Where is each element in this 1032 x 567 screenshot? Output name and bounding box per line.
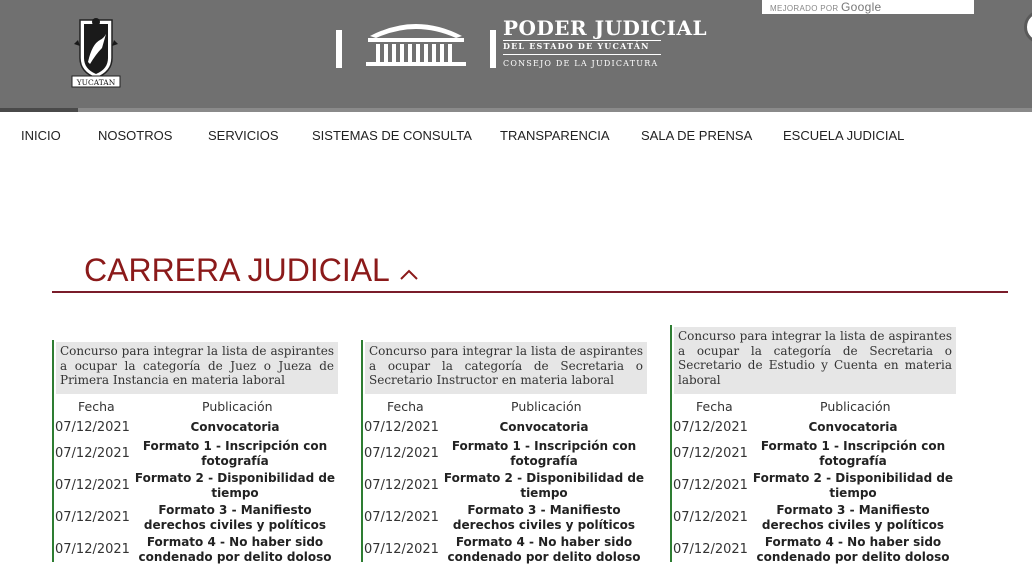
table-row: 07/12/2021 Formato 2 - Disponibilidad de… (672, 471, 956, 503)
row-date: 07/12/2021 (673, 446, 748, 461)
column-header-fecha: Fecha (78, 399, 115, 414)
brand-tagline: CONSEJO DE LA JUDICATURA (503, 59, 659, 68)
row-document-link[interactable]: Formato 1 - Inscripción con fotografía (750, 439, 956, 469)
row-document-link[interactable]: Formato 3 - Manifiesto derechos civiles … (441, 503, 647, 533)
row-date: 07/12/2021 (364, 420, 439, 435)
table-row: 07/12/2021 Formato 1 - Inscripción con f… (672, 439, 956, 471)
row-date: 07/12/2021 (673, 510, 748, 525)
nav-item-inicio[interactable]: INICIO (21, 128, 61, 143)
search-box[interactable]: MEJORADO POR Google (762, 0, 974, 14)
header-bottom-bar (0, 108, 1032, 112)
nav-item-transparencia[interactable]: TRANSPARENCIA (500, 128, 610, 143)
row-document-link[interactable]: Formato 3 - Manifiesto derechos civiles … (750, 503, 956, 533)
courthouse-icon (336, 24, 496, 68)
row-document-link[interactable]: Formato 4 - No haber sido condenado por … (132, 535, 338, 565)
column-header-publicacion: Publicación (511, 399, 582, 414)
row-date: 07/12/2021 (364, 446, 439, 461)
nav-item-sala-de-prensa[interactable]: SALA DE PRENSA (641, 128, 752, 143)
card-header: Concurso para integrar la lista de aspir… (674, 327, 956, 394)
table-row: 07/12/2021 Formato 4 - No haber sido con… (54, 535, 338, 567)
row-date: 07/12/2021 (364, 510, 439, 525)
row-document-link[interactable]: Formato 2 - Disponibilidad de tiempo (750, 471, 956, 501)
table-row: 07/12/2021 Formato 2 - Disponibilidad de… (363, 471, 647, 503)
yucatan-seal-logo[interactable]: YUCATAN (66, 14, 126, 90)
table-row: 07/12/2021 Formato 1 - Inscripción con f… (363, 439, 647, 471)
card-header: Concurso para integrar la lista de aspir… (56, 342, 338, 394)
row-date: 07/12/2021 (55, 478, 130, 493)
row-document-link[interactable]: Formato 2 - Disponibilidad de tiempo (441, 471, 647, 501)
brand-subtitle: DEL ESTADO DE YUCATÁN (503, 41, 650, 51)
row-date: 07/12/2021 (55, 542, 130, 557)
table-row: 07/12/2021 Convocatoria (54, 419, 338, 437)
row-document-link[interactable]: Formato 1 - Inscripción con fotografía (441, 439, 647, 469)
search-powered-label: MEJORADO POR Google (770, 0, 882, 14)
row-document-link[interactable]: Formato 1 - Inscripción con fotografía (132, 439, 338, 469)
row-date: 07/12/2021 (673, 420, 748, 435)
row-document-link[interactable]: Convocatoria (750, 420, 956, 435)
nav-item-sistemas-de-consulta[interactable]: SISTEMAS DE CONSULTA (312, 128, 472, 143)
section-divider (52, 291, 1008, 293)
row-document-link[interactable]: Formato 3 - Manifiesto derechos civiles … (132, 503, 338, 533)
row-date: 07/12/2021 (55, 420, 130, 435)
row-document-link[interactable]: Formato 2 - Disponibilidad de tiempo (132, 471, 338, 501)
row-date: 07/12/2021 (364, 542, 439, 557)
brand-title: PODER JUDICIAL (503, 16, 708, 40)
site-header: YUCATAN PODER JUDICIAL DEL ESTADO DE YUC… (0, 0, 1032, 110)
table-row: 07/12/2021 Convocatoria (672, 419, 956, 437)
table-row: 07/12/2021 Formato 3 - Manifiesto derech… (54, 503, 338, 535)
brand-logo[interactable]: PODER JUDICIAL DEL ESTADO DE YUCATÁN CON… (336, 16, 707, 72)
main-nav: INICIO NOSOTROS SERVICIOS SISTEMAS DE CO… (0, 128, 1032, 148)
svg-text:YUCATAN: YUCATAN (76, 78, 116, 87)
accessibility-button[interactable] (1024, 10, 1032, 44)
chevron-up-icon[interactable] (400, 268, 418, 280)
table-row: 07/12/2021 Formato 4 - No haber sido con… (672, 535, 956, 567)
nav-item-escuela-judicial[interactable]: ESCUELA JUDICIAL (783, 128, 904, 143)
table-row: 07/12/2021 Formato 2 - Disponibilidad de… (54, 471, 338, 503)
table-row: 07/12/2021 Formato 1 - Inscripción con f… (54, 439, 338, 471)
active-tab-indicator (0, 108, 78, 112)
card-header: Concurso para integrar la lista de aspir… (365, 342, 647, 394)
nav-item-nosotros[interactable]: NOSOTROS (98, 128, 172, 143)
row-document-link[interactable]: Convocatoria (132, 420, 338, 435)
column-header-fecha: Fecha (696, 399, 733, 414)
row-date: 07/12/2021 (673, 542, 748, 557)
page-title: CARRERA JUDICIAL (84, 252, 390, 288)
row-date: 07/12/2021 (364, 478, 439, 493)
row-date: 07/12/2021 (673, 478, 748, 493)
table-row: 07/12/2021 Formato 3 - Manifiesto derech… (672, 503, 956, 535)
row-date: 07/12/2021 (55, 446, 130, 461)
column-header-publicacion: Publicación (820, 399, 891, 414)
table-row: 07/12/2021 Convocatoria (363, 419, 647, 437)
google-logo: Google (841, 0, 882, 14)
column-header-publicacion: Publicación (202, 399, 273, 414)
row-document-link[interactable]: Formato 4 - No haber sido condenado por … (441, 535, 647, 565)
row-document-link[interactable]: Convocatoria (441, 420, 647, 435)
yucatan-seal-icon: YUCATAN (71, 18, 121, 88)
brand-divider (503, 54, 661, 55)
nav-item-servicios[interactable]: SERVICIOS (208, 128, 279, 143)
table-row: 07/12/2021 Formato 3 - Manifiesto derech… (363, 503, 647, 535)
column-header-fecha: Fecha (387, 399, 424, 414)
row-date: 07/12/2021 (55, 510, 130, 525)
row-document-link[interactable]: Formato 4 - No haber sido condenado por … (750, 535, 956, 565)
table-row: 07/12/2021 Formato 4 - No haber sido con… (363, 535, 647, 567)
